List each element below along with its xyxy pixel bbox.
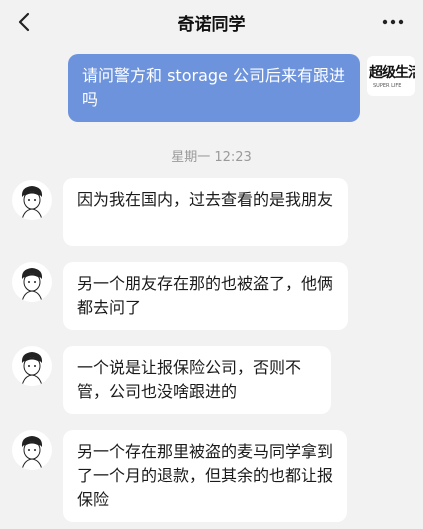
top-bar: 奇诺同学 [0,0,423,44]
more-button[interactable] [379,12,407,32]
cartoon-avatar-icon [21,436,43,470]
cartoon-avatar-icon [21,268,43,302]
incoming-message-bubble[interactable]: 另一个朋友存在那的也被盗了，他俩都去问了 [63,262,348,330]
contact-avatar[interactable] [12,346,52,386]
contact-avatar[interactable] [12,262,52,302]
more-dots-icon [382,19,404,25]
incoming-message-bubble[interactable]: 因为我在国内，过去查看的是我朋友 [63,178,348,246]
outgoing-message-bubble[interactable]: 请问警方和 storage 公司后来有跟进吗 [68,54,360,122]
contact-avatar[interactable] [12,430,52,470]
cartoon-avatar-icon [21,186,43,220]
chat-title: 奇诺同学 [177,15,246,35]
incoming-message-bubble[interactable]: 一个说是让报保险公司，否则不管，公司也没啥跟进的 [63,346,331,414]
self-avatar[interactable]: 超级生活 SUPER LIFE [367,56,415,96]
message-timestamp: 星期一 12:23 [171,150,252,165]
incoming-message-bubble[interactable]: 另一个存在那里被盗的麦马同学拿到了一个月的退款，但其余的也都让报保险 [63,430,347,522]
cartoon-avatar-icon [21,352,43,386]
self-avatar-logo-text: 超级生活 [369,65,415,81]
contact-avatar[interactable] [12,180,52,220]
self-avatar-logo-sub: SUPER LIFE [373,83,402,89]
